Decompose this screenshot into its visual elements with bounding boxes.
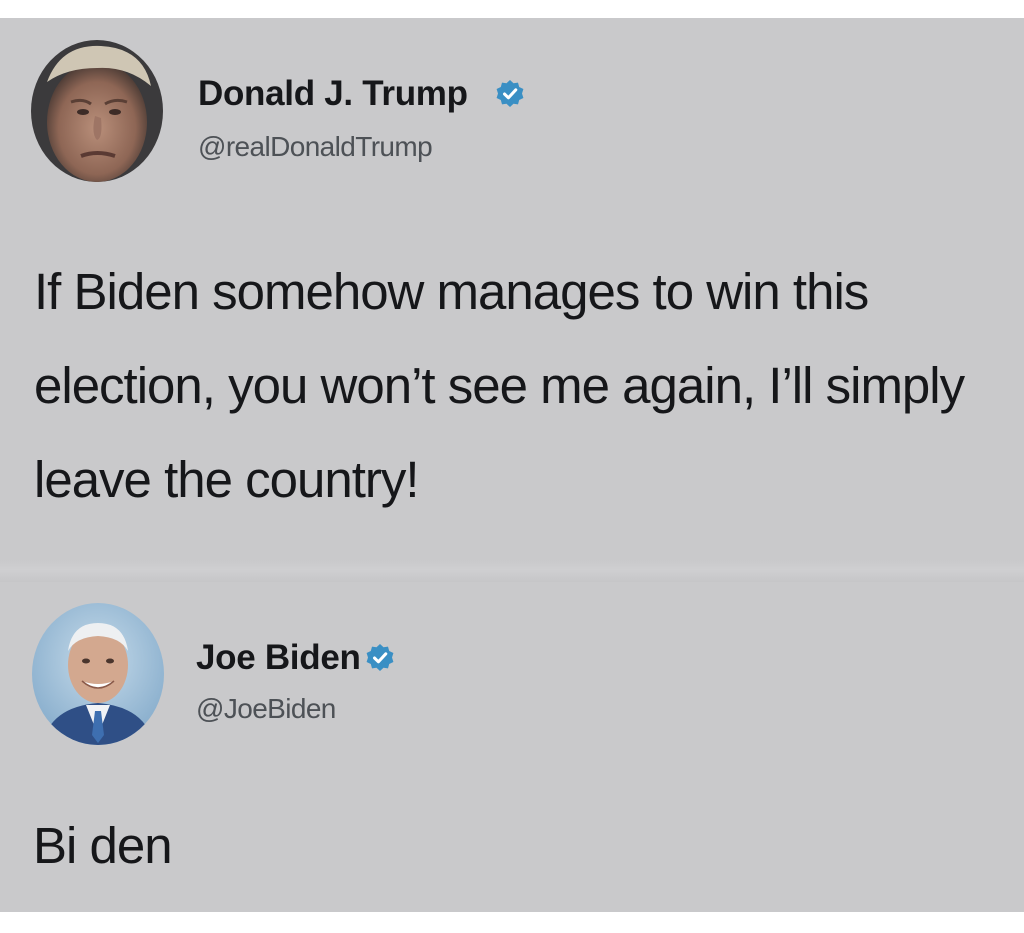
avatar-biden[interactable] <box>32 603 164 745</box>
handle[interactable]: @JoeBiden <box>196 693 336 725</box>
display-name[interactable]: Donald J. Trump <box>198 74 468 114</box>
divider <box>0 560 1024 582</box>
handle[interactable]: @realDonaldTrump <box>198 131 433 163</box>
verified-badge-icon <box>495 79 525 109</box>
tweet-text: If Biden somehow manages to win this ele… <box>34 263 965 508</box>
author-row: Donald J. Trump <box>198 74 525 114</box>
display-name[interactable]: Joe Biden <box>196 638 361 678</box>
author-row: Joe Biden <box>196 638 395 678</box>
tweet-text: Bi den <box>33 817 173 874</box>
tweet-trump: Donald J. Trump @realDonaldTrump If Bide… <box>0 18 1024 563</box>
tweet-biden: Joe Biden @JoeBiden Bi den <box>0 588 1024 912</box>
avatar-trump[interactable] <box>31 40 163 182</box>
verified-badge-icon <box>365 643 395 673</box>
tweet-screenshot: Donald J. Trump @realDonaldTrump If Bide… <box>0 18 1024 912</box>
